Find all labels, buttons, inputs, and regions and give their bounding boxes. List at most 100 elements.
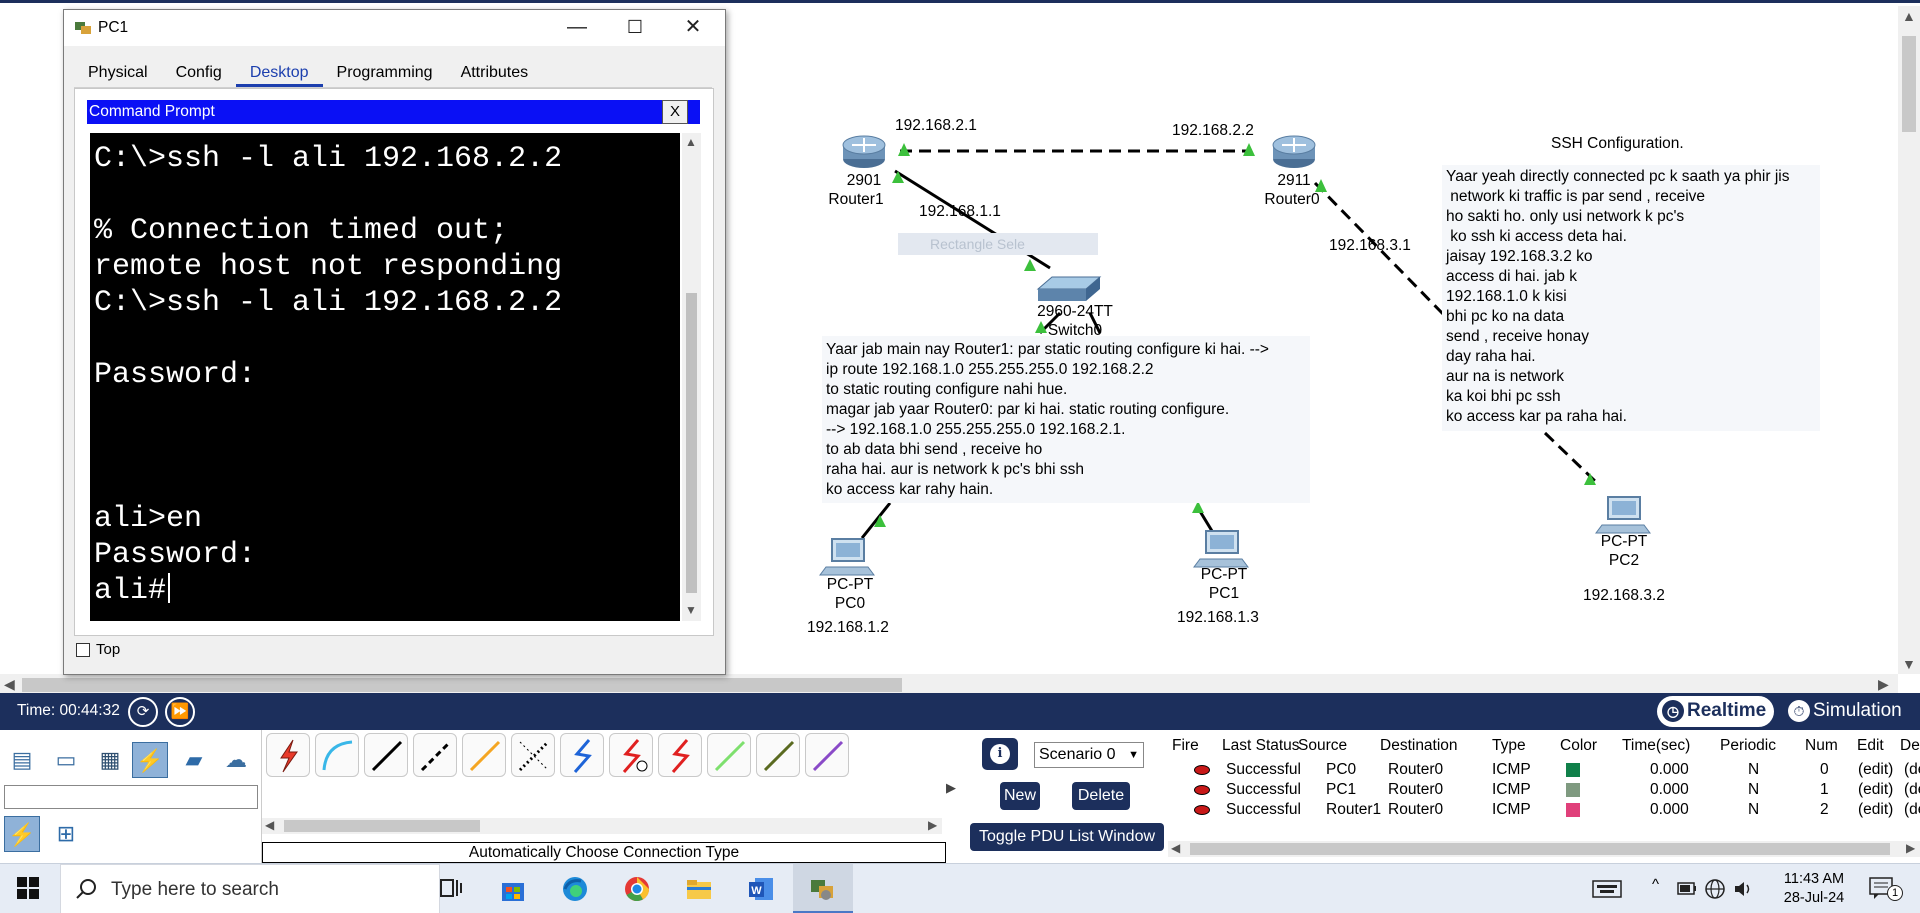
top-checkbox[interactable] (76, 642, 90, 657)
pdu-column-header[interactable]: Time(sec) (1622, 734, 1690, 758)
serial-dte-icon[interactable] (658, 733, 702, 777)
fire-indicator-icon[interactable] (1194, 785, 1210, 795)
scroll-thumb[interactable] (284, 820, 480, 832)
end-devices-icon[interactable]: ▭ (48, 742, 84, 778)
pdu-cell-edit[interactable]: (edit) (1858, 798, 1893, 822)
workspace-vertical-scrollbar[interactable]: ▲ ▼ (1898, 6, 1920, 674)
scroll-thumb[interactable] (686, 293, 697, 593)
power-cycle-icon[interactable]: ⟳ (128, 697, 158, 727)
tab-desktop[interactable]: Desktop (235, 60, 323, 87)
simulation-mode-button[interactable]: ⏱ Simulation (1783, 696, 1910, 727)
scroll-up-icon[interactable]: ▲ (1902, 8, 1916, 24)
notification-center-button[interactable]: 1 (1868, 876, 1903, 904)
scenario-select[interactable]: Scenario 0 ▼ (1034, 742, 1144, 768)
task-view-button[interactable] (422, 864, 480, 913)
minimize-button[interactable]: — (548, 10, 606, 46)
scroll-right-icon[interactable]: ▶ (1906, 841, 1915, 855)
scroll-down-icon[interactable]: ▼ (685, 603, 697, 617)
word-button[interactable]: W (732, 864, 790, 913)
note-static-routing[interactable]: Yaar jab main nay Router1: par static ro… (822, 336, 1310, 503)
scroll-down-icon[interactable]: ▼ (1902, 656, 1916, 672)
device-search-input[interactable] (4, 785, 258, 809)
scroll-thumb[interactable] (22, 678, 902, 692)
router1-icon[interactable] (842, 135, 886, 168)
pc1-icon[interactable] (1193, 530, 1249, 568)
terminal-scrollbar[interactable]: ▲ ▼ (682, 133, 701, 621)
pc1-device-window[interactable]: PC1 — ☐ ✕ Physical Config Desktop Programmi… (63, 9, 726, 675)
volume-icon[interactable] (1732, 878, 1754, 900)
realtime-mode-button[interactable]: ◷ Realtime (1657, 696, 1775, 727)
tab-physical[interactable]: Physical (74, 60, 162, 87)
panel-collapse-icon[interactable]: ▶ (946, 780, 956, 796)
taskbar-clock[interactable]: 11:43 AM 28-Jul-24 (1778, 870, 1850, 908)
components-icon[interactable]: ▦ (92, 742, 128, 778)
connections-icon[interactable]: ⚡ (132, 742, 168, 778)
pdu-scrollbar[interactable]: ◀ ▶ (1168, 841, 1920, 857)
switch0-icon[interactable] (1036, 276, 1102, 301)
pdu-column-header[interactable]: Periodic (1720, 734, 1776, 758)
iot-custom-cable-icon[interactable] (756, 733, 800, 777)
router0-icon[interactable] (1272, 135, 1316, 168)
pdu-row[interactable]: Successful Router1 Router0 ICMP 0.000 N 2 (edit… (1168, 798, 1920, 822)
coaxial-icon[interactable] (560, 733, 604, 777)
connections-scrollbar[interactable]: ◀ ▶ (262, 818, 942, 834)
pdu-cell-del[interactable]: (del... (1904, 798, 1920, 822)
copper-straight-through-icon[interactable] (364, 733, 408, 777)
pdu-column-header[interactable]: Num (1805, 734, 1838, 758)
edge-browser-button[interactable] (546, 864, 604, 913)
show-hidden-icons-icon[interactable]: ^ (1652, 876, 1659, 893)
taskbar-search-box[interactable]: Type here to search (60, 864, 440, 913)
pdu-column-header[interactable]: Destination (1380, 734, 1458, 758)
fiber-icon[interactable] (462, 733, 506, 777)
octal-cable-icon[interactable] (707, 733, 751, 777)
close-button[interactable]: ✕ (664, 10, 722, 46)
connection-subcategory-icon[interactable]: ⚡ (4, 816, 40, 852)
tab-config[interactable]: Config (162, 60, 236, 87)
command-prompt-close-button[interactable]: X (662, 100, 688, 124)
pc0-icon[interactable] (819, 538, 875, 576)
window-titlebar[interactable]: PC1 — ☐ ✕ (64, 10, 725, 46)
multiuser-cloud-icon[interactable]: ☁ (218, 742, 254, 778)
start-button[interactable] (0, 864, 58, 913)
command-prompt-terminal[interactable]: C:\>ssh -l ali 192.168.2.2 % Connection t… (90, 133, 680, 621)
chrome-browser-button[interactable] (608, 864, 666, 913)
scroll-left-icon[interactable]: ◀ (4, 676, 15, 693)
note-ssh-configuration[interactable]: Yaar yeah directly connected pc k saath … (1442, 165, 1820, 431)
globe-network-icon[interactable] (1704, 878, 1726, 900)
tab-programming[interactable]: Programming (323, 60, 447, 87)
pdu-column-header[interactable]: Color (1560, 734, 1597, 758)
packet-tracer-taskbar-button[interactable] (793, 864, 853, 913)
auto-connection-icon[interactable] (266, 733, 310, 777)
console-cable-icon[interactable] (315, 733, 359, 777)
miscellaneous-icon[interactable]: ▰ (176, 742, 212, 778)
file-explorer-button[interactable] (670, 864, 728, 913)
pdu-column-header[interactable]: Edit (1857, 734, 1884, 758)
scroll-left-icon[interactable]: ◀ (1171, 841, 1180, 855)
fast-forward-icon[interactable]: ⏩ (165, 697, 195, 727)
toggle-pdu-list-button[interactable]: Toggle PDU List Window (970, 823, 1164, 851)
scenario-info-button[interactable]: i (982, 738, 1018, 770)
scroll-thumb[interactable] (1902, 36, 1916, 132)
always-on-top-option[interactable]: Top (76, 641, 120, 658)
maximize-button[interactable]: ☐ (606, 10, 664, 46)
phone-cable-icon[interactable] (511, 733, 555, 777)
scroll-right-icon[interactable]: ▶ (928, 818, 937, 832)
delete-scenario-button[interactable]: Delete (1072, 782, 1130, 810)
workspace-horizontal-scrollbar[interactable]: ◀ ▶ (0, 674, 1898, 693)
fire-indicator-icon[interactable] (1194, 765, 1210, 775)
scroll-right-icon[interactable]: ▶ (1878, 676, 1889, 693)
usb-cable-icon[interactable] (805, 733, 849, 777)
network-devices-icon[interactable]: ▤ (4, 742, 40, 778)
pdu-column-header[interactable]: Source (1298, 734, 1347, 758)
copper-cross-over-icon[interactable] (413, 733, 457, 777)
keyboard-icon[interactable] (1592, 878, 1622, 900)
scroll-thumb[interactable] (1190, 843, 1890, 855)
new-scenario-button[interactable]: New (1000, 782, 1040, 810)
pdu-column-header[interactable]: Type (1492, 734, 1526, 758)
scroll-up-icon[interactable]: ▲ (685, 135, 697, 149)
serial-dce-icon[interactable] (609, 733, 653, 777)
pc2-icon[interactable] (1595, 496, 1651, 534)
scroll-left-icon[interactable]: ◀ (265, 818, 274, 832)
microsoft-store-button[interactable] (484, 864, 542, 913)
fire-indicator-icon[interactable] (1194, 805, 1210, 815)
